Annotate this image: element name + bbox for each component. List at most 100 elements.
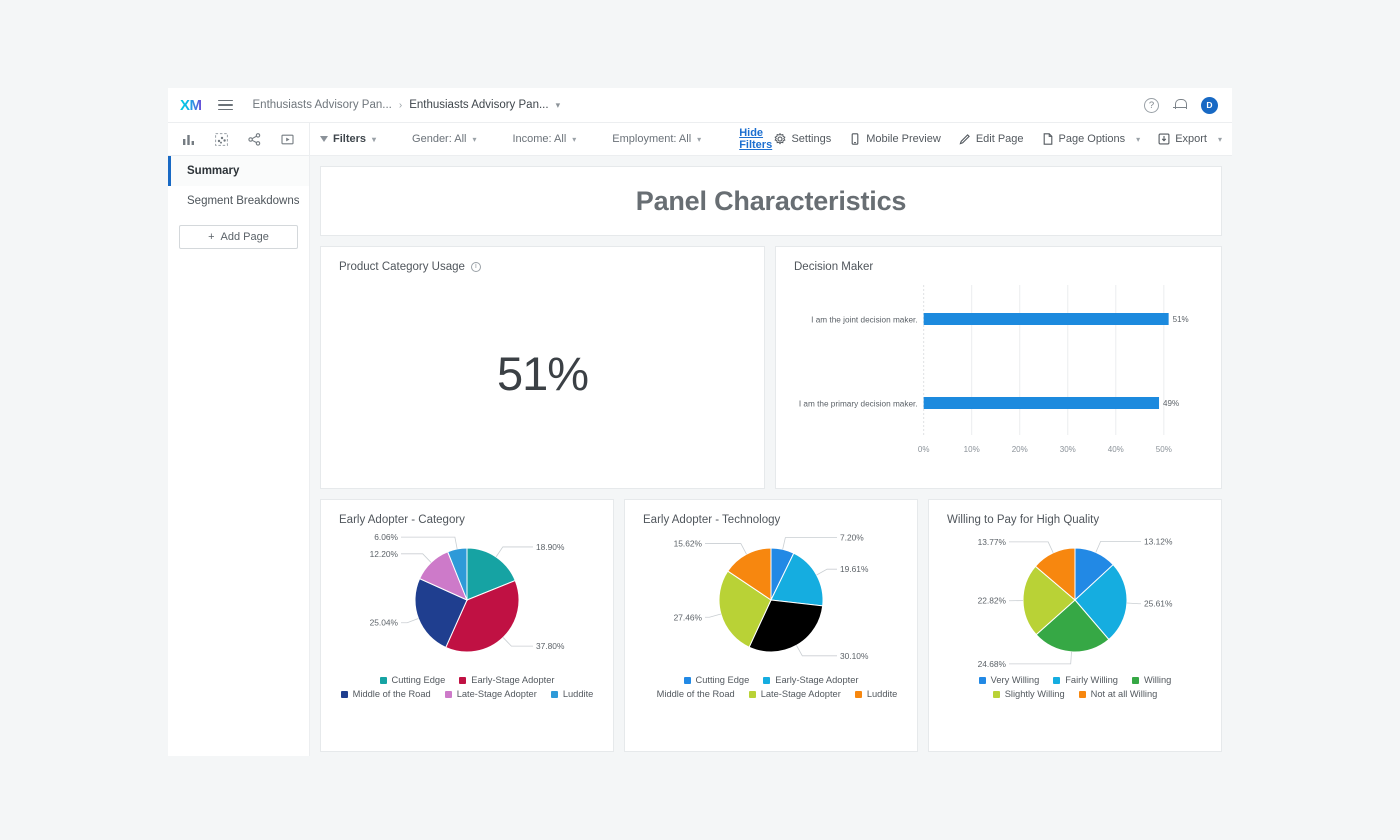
legend-item[interactable]: Late-Stage Adopter bbox=[748, 689, 841, 699]
legend-swatch bbox=[683, 676, 691, 684]
breadcrumb-level-2[interactable]: Enthusiasts Advisory Pan... bbox=[409, 99, 548, 111]
legend-label: Middle of the Road bbox=[656, 689, 735, 699]
sidebar-item-summary[interactable]: Summary bbox=[168, 156, 309, 186]
employment-filter[interactable]: Employment: All ▾ bbox=[612, 133, 701, 145]
legend-item[interactable]: Not at all Willing bbox=[1078, 689, 1158, 699]
product-category-usage-value: 51% bbox=[496, 346, 589, 400]
legend-item[interactable]: Fairly Willing bbox=[1053, 675, 1118, 685]
export-button[interactable]: Export ▾ bbox=[1158, 133, 1222, 145]
sidebar-item-segment-breakdowns-label: Segment Breakdowns bbox=[187, 195, 300, 207]
pencil-icon bbox=[959, 134, 970, 145]
svg-text:49%: 49% bbox=[1163, 399, 1179, 408]
svg-text:51%: 51% bbox=[1173, 315, 1189, 324]
legend-item[interactable]: Slightly Willing bbox=[992, 689, 1065, 699]
legend-swatch bbox=[1078, 690, 1086, 698]
svg-text:I am the joint decision maker.: I am the joint decision maker. bbox=[811, 316, 917, 325]
legend-item[interactable]: Cutting Edge bbox=[379, 675, 445, 685]
settings-button[interactable]: Settings bbox=[774, 133, 831, 145]
breadcrumb-level-1[interactable]: Enthusiasts Advisory Pan... bbox=[253, 99, 392, 111]
legend-item[interactable]: Cutting Edge bbox=[683, 675, 749, 685]
svg-text:10%: 10% bbox=[964, 445, 980, 454]
page-options-button[interactable]: Page Options ▾ bbox=[1042, 133, 1140, 145]
income-filter[interactable]: Income: All ▾ bbox=[512, 133, 576, 145]
legend-item[interactable]: Willing bbox=[1131, 675, 1172, 685]
filters-label: Filters bbox=[333, 133, 367, 145]
legend-label: Middle of the Road bbox=[352, 689, 431, 699]
legend-swatch bbox=[340, 690, 348, 698]
early-adopter-technology-widget: Early Adopter - Technology 7.20% 19.61% 30… bbox=[624, 499, 918, 752]
page-title-widget: Panel Characteristics bbox=[320, 166, 1222, 236]
product-category-usage-widget: Product Category Usage i 51% bbox=[320, 246, 765, 489]
export-icon bbox=[1158, 133, 1170, 145]
legend-item[interactable]: Middle of the Road bbox=[645, 689, 735, 699]
product-category-usage-title-row: Product Category Usage i bbox=[321, 247, 764, 273]
legend-item[interactable]: Luddite bbox=[550, 689, 594, 699]
mobile-preview-button[interactable]: Mobile Preview bbox=[849, 133, 941, 145]
funnel-icon bbox=[320, 136, 328, 142]
filters-button[interactable]: Filters ▾ bbox=[320, 133, 376, 145]
info-icon[interactable]: i bbox=[470, 262, 481, 272]
xm-logo[interactable]: XM bbox=[180, 97, 202, 114]
share-icon[interactable] bbox=[248, 132, 261, 146]
help-icon[interactable]: ? bbox=[1144, 97, 1159, 113]
svg-text:19.61%: 19.61% bbox=[840, 564, 869, 574]
media-play-icon[interactable] bbox=[281, 133, 294, 146]
legend-label: Not at all Willing bbox=[1090, 689, 1158, 699]
legend-item[interactable]: Middle of the Road bbox=[340, 689, 431, 699]
widget-row-1: Product Category Usage i 51% Decision Ma… bbox=[320, 246, 1222, 489]
svg-text:24.68%: 24.68% bbox=[978, 659, 1007, 669]
early-adopter-technology-legend: Cutting Edge Early-Stage Adopter Middle of… bbox=[625, 669, 917, 699]
breadcrumb-separator-icon: › bbox=[398, 99, 403, 111]
filters-chevron-down-icon: ▾ bbox=[372, 134, 377, 144]
legend-label: Slightly Willing bbox=[1004, 689, 1065, 699]
willing-to-pay-chart: 13.12% 25.61% 24.68% 22.82% 13.77% bbox=[929, 526, 1221, 669]
svg-text:6.06%: 6.06% bbox=[374, 534, 398, 542]
sidebar-item-segment-breakdowns[interactable]: Segment Breakdowns bbox=[168, 186, 309, 216]
svg-text:13.12%: 13.12% bbox=[1144, 536, 1173, 546]
legend-label: Willing bbox=[1143, 675, 1172, 685]
filter-bar: Filters ▾ Gender: All ▾ Income: All ▾ Em… bbox=[310, 123, 1232, 155]
plus-icon: + bbox=[208, 231, 215, 243]
edit-page-button[interactable]: Edit Page bbox=[959, 133, 1024, 145]
decision-maker-title: Decision Maker bbox=[794, 261, 874, 273]
svg-text:37.80%: 37.80% bbox=[536, 641, 565, 651]
income-chevron-down-icon: ▾ bbox=[572, 134, 577, 144]
svg-text:27.46%: 27.46% bbox=[674, 612, 703, 622]
notification-bell-icon[interactable] bbox=[1173, 98, 1187, 113]
add-page-button[interactable]: + Add Page bbox=[179, 225, 298, 249]
sidebar-item-summary-label: Summary bbox=[187, 165, 240, 177]
legend-item[interactable]: Luddite bbox=[854, 689, 897, 699]
legend-item[interactable]: Early-Stage Adopter bbox=[763, 675, 858, 685]
svg-text:12.20%: 12.20% bbox=[370, 549, 399, 559]
hamburger-menu-icon[interactable] bbox=[217, 99, 233, 111]
legend-item[interactable]: Late-Stage Adopter bbox=[444, 689, 537, 699]
svg-text:30%: 30% bbox=[1060, 445, 1076, 454]
legend-swatch bbox=[1053, 676, 1061, 684]
legend-swatch bbox=[748, 690, 756, 698]
view-mode-icon-strip bbox=[168, 123, 310, 155]
svg-text:7.20%: 7.20% bbox=[840, 534, 864, 543]
hide-filters-link[interactable]: Hide Filters bbox=[739, 127, 774, 151]
data-points-icon[interactable] bbox=[215, 132, 228, 146]
legend-swatch bbox=[550, 690, 558, 698]
early-adopter-technology-title-row: Early Adopter - Technology bbox=[625, 500, 917, 526]
export-chevron-down-icon: ▾ bbox=[1217, 134, 1222, 144]
legend-label: Late-Stage Adopter bbox=[760, 689, 841, 699]
gender-filter[interactable]: Gender: All ▾ bbox=[412, 133, 476, 145]
mobile-preview-label: Mobile Preview bbox=[866, 133, 941, 145]
legend-label: Fairly Willing bbox=[1065, 675, 1118, 685]
legend-swatch bbox=[763, 676, 771, 684]
early-adopter-technology-title: Early Adopter - Technology bbox=[643, 514, 781, 526]
export-label: Export bbox=[1175, 133, 1207, 145]
legend-item[interactable]: Very Willing bbox=[978, 675, 1039, 685]
legend-item[interactable]: Early-Stage Adopter bbox=[459, 675, 554, 685]
breadcrumb-chevron-down-icon[interactable]: ▾ bbox=[556, 100, 561, 111]
legend-swatch bbox=[978, 676, 986, 684]
widget-row-2: Early Adopter - Category 18.90% 37.80% 25.… bbox=[320, 499, 1222, 752]
legend-label: Luddite bbox=[562, 689, 594, 699]
avatar[interactable]: D bbox=[1201, 96, 1218, 114]
legend-swatch bbox=[379, 676, 387, 684]
gender-filter-label: Gender: All bbox=[412, 133, 467, 145]
early-adopter-technology-chart: 7.20% 19.61% 30.10% 27.46% 15.62% bbox=[625, 526, 917, 669]
bar-chart-icon[interactable] bbox=[182, 133, 195, 146]
